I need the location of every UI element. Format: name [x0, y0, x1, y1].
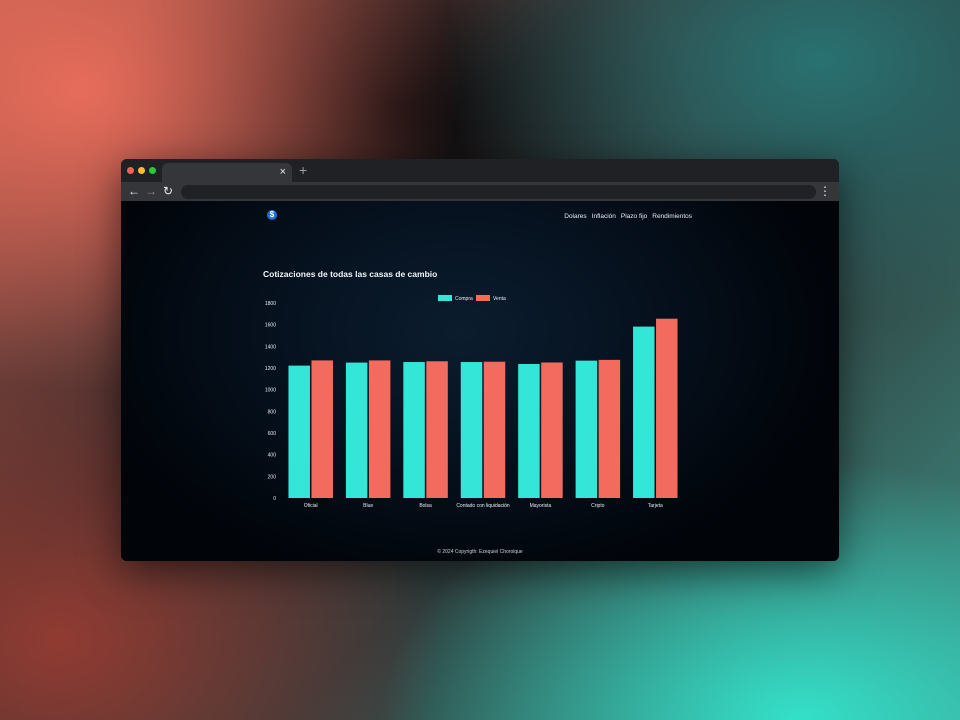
browser-toolbar: ← → ↻ ⋮ [121, 182, 839, 201]
maximize-window-button[interactable] [149, 167, 156, 174]
browser-window: × + ← → ↻ ⋮ $ Dolares Inflación Plazo fi… [121, 159, 839, 561]
dollar-logo-icon[interactable]: $ [267, 210, 277, 220]
forward-arrow-icon[interactable]: → [145, 183, 157, 199]
exchange-rate-bar-chart: 0 200 400 600 800 1000 1200 1400 1600 1800 Oficial… [265, 295, 678, 509]
bar-compra [288, 365, 310, 498]
close-window-button[interactable] [127, 167, 134, 174]
nav-link-inflacion[interactable]: Inflación [592, 213, 616, 220]
legend-swatch [476, 295, 490, 301]
y-tick-label: 1000 [265, 388, 276, 394]
new-tab-icon[interactable]: + [299, 162, 307, 178]
x-tick-label: Oficial [304, 503, 318, 509]
nav-link-dolares[interactable]: Dolares [564, 213, 586, 220]
x-tick-label: Tarjeta [648, 503, 663, 509]
y-tick-label: 1600 [265, 323, 276, 329]
y-tick-label: 600 [268, 431, 277, 437]
x-tick-label: Contado con liquidación [456, 503, 510, 509]
y-tick-label: 1200 [265, 366, 276, 372]
bar-venta [311, 360, 333, 498]
x-tick-label: Cripto [591, 503, 605, 509]
bar-compra [460, 362, 483, 498]
browser-menu-icon[interactable]: ⋮ [819, 183, 831, 199]
browser-tab[interactable]: × [162, 163, 292, 182]
tab-bar: × + [121, 159, 839, 182]
nav-link-rendimientos[interactable]: Rendimientos [652, 213, 692, 220]
nav-link-plazo-fijo[interactable]: Plazo fijo [621, 213, 647, 220]
address-bar[interactable] [181, 185, 816, 199]
bar-compra [575, 360, 598, 498]
minimize-window-button[interactable] [138, 167, 145, 174]
x-tick-label: Bolsa [419, 503, 432, 509]
y-tick-label: 0 [273, 496, 276, 502]
y-tick-label: 800 [268, 409, 277, 415]
bar-venta [368, 360, 391, 498]
y-tick-label: 200 [268, 474, 277, 480]
y-tick-label: 1800 [265, 301, 276, 307]
legend-label: Venta [493, 296, 506, 302]
back-arrow-icon[interactable]: ← [128, 183, 140, 199]
bar-compra [518, 363, 540, 498]
site-nav: Dolares Inflación Plazo fijo Rendimiento… [564, 213, 692, 220]
bar-venta [483, 361, 506, 498]
bar-compra [633, 326, 655, 498]
reload-icon[interactable]: ↻ [163, 183, 173, 199]
x-tick-label: Blue [363, 503, 373, 509]
footer-copyright: © 2024 Copyrigth: Ezequiel Chorolque [437, 549, 523, 555]
legend-label: Compra [455, 296, 473, 302]
y-tick-label: 1400 [265, 344, 276, 350]
page-title: Cotizaciones de todas las casas de cambi… [263, 269, 438, 279]
y-tick-label: 400 [268, 453, 277, 459]
bar-venta [541, 362, 563, 498]
bar-venta [656, 318, 678, 498]
page-viewport: $ Dolares Inflación Plazo fijo Rendimien… [121, 201, 839, 561]
bar-compra [403, 362, 425, 498]
bar-compra [345, 362, 368, 498]
tab-close-icon[interactable]: × [280, 165, 286, 179]
x-tick-label: Mayorista [530, 503, 552, 509]
bar-venta [426, 361, 448, 498]
bar-venta [598, 359, 621, 498]
legend-swatch [438, 295, 452, 301]
